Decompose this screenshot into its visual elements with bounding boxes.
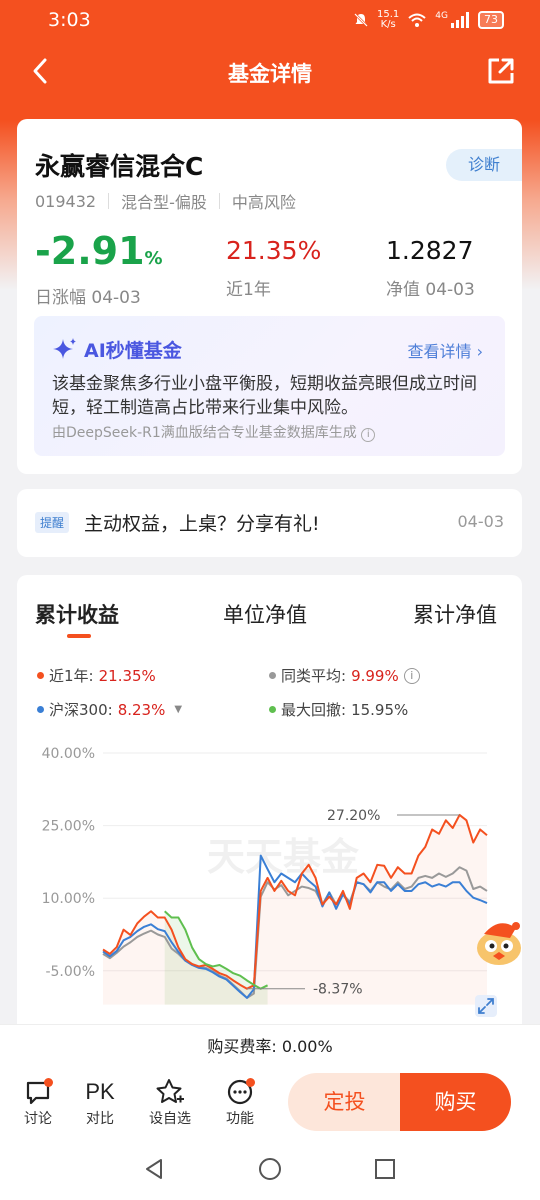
notice-card[interactable]: 提醒 主动权益，上桌？分享有礼! 04-03 — [17, 489, 522, 557]
discuss-label: 讨论 — [24, 1111, 52, 1127]
notice-tag: 提醒 — [35, 512, 70, 533]
nav-metric: 1.2827 净值 04-03 — [386, 229, 475, 300]
functions-button[interactable]: 功能 — [210, 1076, 270, 1128]
share-icon[interactable] — [486, 56, 516, 86]
nav-recents-square-icon[interactable] — [373, 1157, 397, 1181]
add-watchlist-label: 设自选 — [149, 1111, 191, 1127]
functions-label: 功能 — [226, 1111, 254, 1127]
info-icon[interactable]: i — [403, 667, 420, 684]
nav-home-circle-icon[interactable] — [258, 1157, 282, 1181]
chart-y-tick-label: 25.00% — [42, 819, 95, 835]
tab-cumulative-return[interactable]: 累计收益 — [35, 599, 119, 629]
compare-button[interactable]: PK 对比 — [70, 1076, 130, 1128]
fund-meta: 019432 混合型-偏股 中高风险 — [35, 189, 296, 213]
ai-summary-text: 该基金聚焦多行业小盘平衡股，短期收益亮眼但成立时间短，轻工制造高占比带来行业集中… — [52, 374, 477, 418]
one-year-label: 近1年 — [226, 280, 271, 300]
ai-more-link[interactable]: 查看详情 › — [407, 338, 483, 362]
chevron-right-icon: › — [476, 342, 483, 361]
chart-y-tick-label: 40.00% — [42, 746, 95, 762]
compare-label: 对比 — [86, 1111, 114, 1127]
fund-code: 019432 — [35, 191, 97, 211]
one-year-value: 21.35% — [226, 236, 322, 265]
pk-icon: PK — [85, 1079, 115, 1104]
bottom-action-bar: 讨论 PK 对比 设自选 功能 定投 购买 — [0, 1068, 540, 1140]
mute-bell-icon — [354, 13, 368, 27]
tab-unit-nav[interactable]: 单位净值 — [223, 599, 307, 629]
daily-change-label: 日涨幅 04-03 — [35, 288, 141, 308]
chart-min-label: -8.37% — [313, 982, 363, 998]
add-watchlist-button[interactable]: 设自选 — [140, 1076, 200, 1128]
status-bar: 3:03 15.1 K/s 4G 73 — [0, 0, 540, 40]
network-speed: 15.1 K/s — [377, 9, 400, 30]
daily-change-unit: % — [144, 248, 163, 269]
fund-name: 永赢睿信混合C — [35, 152, 204, 181]
wifi-icon — [408, 13, 426, 27]
battery-level: 73 — [478, 11, 504, 29]
nav-back-triangle-icon[interactable] — [143, 1157, 167, 1181]
daily-change-metric: -2.91% 日涨幅 04-03 — [35, 229, 163, 308]
chart-card: 累计收益 单位净值 累计净值 近1年: 21.35% 同类平均: 9.99% i 沪… — [17, 575, 522, 1055]
dropdown-triangle-icon[interactable]: ▼ — [174, 704, 182, 715]
ai-summary-box[interactable]: AI秒懂基金 查看详情 › 该基金聚焦多行业小盘平衡股，短期收益亮眼但成立时间短… — [34, 316, 505, 456]
tab-cumulative-nav[interactable]: 累计净值 — [413, 599, 497, 629]
legend-item-csi300[interactable]: 沪深300: 8.23% ▼ — [37, 699, 182, 720]
mascot-icon — [477, 922, 521, 965]
daily-change-value: -2.91 — [35, 229, 145, 273]
one-year-metric: 21.35% 近1年 — [226, 229, 321, 300]
active-tab-indicator — [67, 634, 91, 638]
chart-mascot[interactable] — [472, 912, 526, 968]
sparkle-icon — [53, 337, 76, 359]
return-chart[interactable]: 天天基金 40.00% 25.00% 10.00% -5.00% 27.20% -8.37… — [17, 735, 522, 1035]
legend-item-peer-average: 同类平均: 9.99% i — [269, 665, 420, 686]
fund-summary-card: 永赢睿信混合C 诊断 019432 混合型-偏股 中高风险 -2.91% 日涨幅… — [17, 119, 522, 474]
legend-item-max-drawdown: 最大回撤: 15.95% — [269, 699, 408, 720]
network-type: 4G — [435, 11, 448, 21]
chart-max-label: 27.20% — [327, 808, 380, 824]
nav-label: 净值 04-03 — [386, 280, 475, 300]
fund-risk: 中高风险 — [231, 193, 296, 212]
ai-title: AI秒懂基金 — [52, 336, 182, 363]
nav-bar: 基金详情 — [0, 44, 540, 100]
discuss-button[interactable]: 讨论 — [8, 1076, 68, 1128]
diagnose-button[interactable]: 诊断 — [446, 149, 522, 181]
chart-watermark: 天天基金 — [207, 834, 360, 879]
notice-date: 04-03 — [457, 512, 505, 531]
page-title: 基金详情 — [228, 62, 312, 86]
status-time: 3:03 — [48, 9, 91, 31]
ai-source: 由DeepSeek-R1满血版结合专业基金数据库生成 i — [52, 422, 376, 442]
status-icons: 15.1 K/s 4G 73 — [353, 10, 504, 30]
signal-icon — [451, 12, 469, 28]
chart-y-tick-label: 10.00% — [42, 891, 95, 907]
fee-label: 购买费率: — [207, 1037, 282, 1056]
system-nav-bar — [0, 1140, 540, 1200]
info-icon[interactable]: i — [361, 428, 376, 442]
chart-y-tick-label: -5.00% — [45, 964, 95, 980]
legend-item-one-year: 近1年: 21.35% — [37, 665, 156, 686]
purchase-fee-bar: 购买费率: 0.00% — [0, 1024, 540, 1070]
buy-button[interactable]: 购买 — [400, 1073, 511, 1131]
nav-value: 1.2827 — [386, 236, 474, 265]
star-plus-icon — [156, 1079, 184, 1103]
expand-chart-icon[interactable] — [475, 995, 497, 1017]
notice-text: 主动权益，上桌？分享有礼! — [84, 513, 320, 535]
fee-value: 0.00% — [281, 1037, 333, 1056]
auto-invest-button[interactable]: 定投 — [288, 1073, 401, 1131]
fund-type: 混合型-偏股 — [121, 193, 207, 212]
